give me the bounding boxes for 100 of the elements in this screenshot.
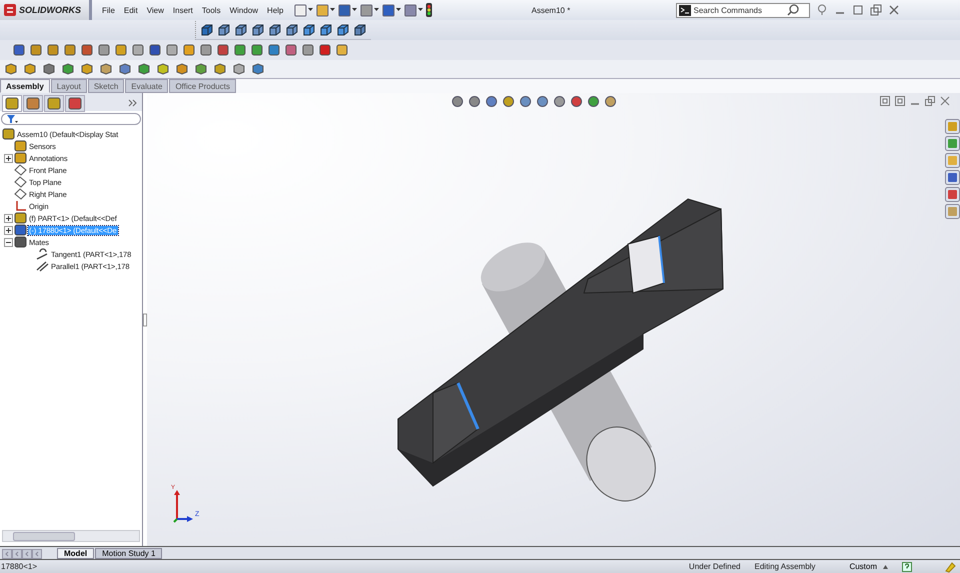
caret-icon[interactable]	[330, 8, 334, 12]
horizontal-scrollbar[interactable]	[2, 530, 140, 542]
cube-icon[interactable]	[217, 22, 231, 36]
toolbar-icon[interactable]	[182, 43, 196, 57]
caret-icon[interactable]	[352, 8, 356, 12]
toolbar-icon[interactable]	[233, 43, 247, 57]
task-pane-icon[interactable]	[945, 204, 960, 219]
toolbar-icon[interactable]	[137, 62, 151, 76]
toolbar-icon[interactable]	[519, 95, 532, 108]
model-tab[interactable]: Motion Study 1	[95, 548, 162, 559]
menu-item[interactable]: Tools	[202, 6, 221, 14]
menu-item[interactable]: File	[102, 6, 115, 14]
toolbar-icon[interactable]	[148, 43, 162, 57]
filter-field[interactable]	[1, 113, 141, 125]
task-pane-icon[interactable]	[945, 170, 960, 185]
toolbar-icon[interactable]	[451, 95, 464, 108]
close-icon[interactable]	[940, 96, 950, 106]
caret-icon[interactable]	[418, 8, 422, 12]
toolbar-icon[interactable]	[587, 95, 600, 108]
toolbar-icon[interactable]	[118, 62, 132, 76]
toolbar-icon[interactable]	[216, 43, 230, 57]
search-box[interactable]: Search Commands	[676, 2, 810, 18]
toolbar-icon[interactable]	[316, 4, 328, 16]
toolbar-icon[interactable]	[502, 95, 515, 108]
caret-icon[interactable]	[883, 564, 888, 568]
maximize-icon[interactable]	[852, 4, 864, 16]
command-tab[interactable]: Evaluate	[125, 79, 168, 93]
expand-toggle-icon[interactable]	[4, 226, 13, 234]
toolbar-icon[interactable]	[29, 43, 43, 57]
command-tab[interactable]: Layout	[50, 79, 87, 93]
filter-icon[interactable]	[6, 114, 18, 124]
expand-toggle-icon[interactable]	[4, 214, 13, 222]
toolbar-icon[interactable]	[570, 95, 583, 108]
toolbar-icon[interactable]	[42, 62, 56, 76]
toolbar-icon[interactable]	[175, 62, 189, 76]
assembly-model-drawing[interactable]	[398, 198, 724, 502]
caret-icon[interactable]	[308, 8, 312, 12]
toolbar-icon[interactable]	[199, 43, 213, 57]
command-tab[interactable]: Office Products	[169, 79, 236, 93]
toolbar-icon[interactable]	[4, 62, 18, 76]
restore-icon[interactable]	[925, 96, 935, 106]
cube-icon[interactable]	[268, 22, 282, 36]
menu-item[interactable]: Help	[267, 6, 284, 14]
toolbar-icon[interactable]	[46, 43, 60, 57]
task-pane-icon[interactable]	[945, 136, 960, 151]
traffic-light-icon[interactable]	[426, 3, 432, 17]
toolbar-icon[interactable]	[99, 62, 113, 76]
chevron-icon[interactable]	[128, 99, 137, 107]
toolbar-icon[interactable]	[251, 62, 265, 76]
cube-icon[interactable]	[200, 22, 214, 36]
toolbar-icon[interactable]	[131, 43, 145, 57]
close-icon[interactable]	[888, 4, 900, 16]
toolbar-icon[interactable]	[553, 95, 566, 108]
toolbar-icon[interactable]	[604, 95, 617, 108]
menu-item[interactable]: Edit	[124, 6, 138, 14]
toolbar-icon[interactable]	[267, 43, 281, 57]
toolbar-icon[interactable]	[404, 4, 416, 16]
cube-icon[interactable]	[353, 22, 367, 36]
toolbar-icon[interactable]	[97, 43, 111, 57]
restore-icon[interactable]	[870, 4, 882, 16]
toolbar-icon[interactable]	[156, 62, 170, 76]
panel-tab-icon[interactable]	[65, 94, 85, 112]
caret-icon[interactable]	[374, 8, 378, 12]
search-field[interactable]: Search Commands	[694, 6, 784, 14]
help-icon[interactable]	[902, 562, 912, 572]
expand-toggle-icon[interactable]	[4, 238, 13, 246]
toolbar-icon[interactable]	[318, 43, 332, 57]
toolbar-icon[interactable]	[114, 43, 128, 57]
menu-item[interactable]: View	[146, 6, 164, 14]
toolbar-icon[interactable]	[213, 62, 227, 76]
units-button[interactable]: Custom	[849, 562, 877, 571]
menu-item[interactable]: Window	[230, 6, 258, 14]
toolbar-icon[interactable]	[536, 95, 549, 108]
toolbar-icon[interactable]	[382, 4, 394, 16]
task-pane-icon[interactable]	[945, 119, 960, 134]
toolbar-icon[interactable]	[194, 62, 208, 76]
toolbar-icon[interactable]	[284, 43, 298, 57]
cube-icon[interactable]	[285, 22, 299, 36]
menu-item[interactable]: Insert	[172, 6, 193, 14]
panel-tab-icon[interactable]	[23, 94, 43, 112]
toolbar-icon[interactable]	[63, 43, 77, 57]
cube-icon[interactable]	[302, 22, 316, 36]
toolbar-icon[interactable]	[335, 43, 349, 57]
task-pane-icon[interactable]	[945, 153, 960, 168]
caret-icon[interactable]	[396, 8, 400, 12]
panel-tab-icon[interactable]	[2, 94, 22, 112]
cube-icon[interactable]	[234, 22, 248, 36]
toolbar-icon[interactable]	[301, 43, 315, 57]
command-tab[interactable]: Assembly	[0, 79, 50, 93]
search-icon[interactable]	[786, 4, 798, 16]
toolbar-icon[interactable]	[338, 4, 350, 16]
toolbar-icon[interactable]	[80, 62, 94, 76]
toolbar-icon[interactable]	[80, 43, 94, 57]
toolbar-icon[interactable]	[294, 4, 306, 16]
cube-icon[interactable]	[251, 22, 265, 36]
cube-icon[interactable]	[319, 22, 333, 36]
cube-icon[interactable]	[336, 22, 350, 36]
toolbar-icon[interactable]	[485, 95, 498, 108]
panel-tab-icon[interactable]	[44, 94, 64, 112]
toolbar-icon[interactable]	[232, 62, 246, 76]
